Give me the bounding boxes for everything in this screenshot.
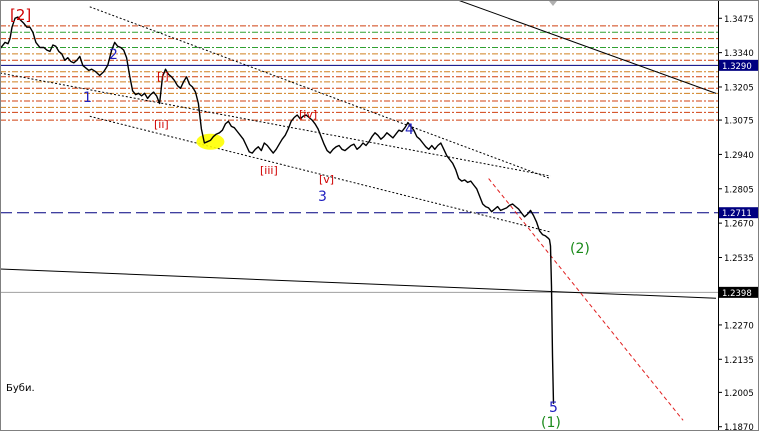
wave-label-1: 1 xyxy=(83,90,92,106)
y-tick-label-4: 1.2940 xyxy=(724,151,754,161)
wave-label-4: [ii] xyxy=(154,118,169,131)
wave-label-11: 5 xyxy=(549,400,558,416)
y-tick-label-1: 1.3340 xyxy=(724,49,754,59)
y-tick-label-5: 1.2805 xyxy=(724,185,754,195)
price-chart-svg: [2] 1 2 [i] [ii] [iii] [iv] [v] 3 4 (2) 5(1) Буби. 1.… xyxy=(0,0,759,433)
wave-label-10: (2) xyxy=(570,241,590,257)
wave-label-2: 2 xyxy=(109,47,118,63)
y-tick-label-0: 1.3475 xyxy=(724,15,754,25)
wave-label-0: [2] xyxy=(10,6,31,24)
wave-label-6: [iv] xyxy=(299,108,317,121)
y-tick-label-10: 1.2135 xyxy=(724,356,754,366)
price-tag-1: 1.2711 xyxy=(722,209,752,219)
y-tick-label-11: 1.2005 xyxy=(724,389,754,399)
elliott-wave-chart[interactable]: [2] 1 2 [i] [ii] [iii] [iv] [v] 3 4 (2) 5 (1) Буби. 1.… xyxy=(0,0,759,433)
wave-label-5: [iii] xyxy=(260,164,278,177)
price-tag-2: 1.2398 xyxy=(722,289,752,299)
wave-label-7: [v] xyxy=(319,173,334,186)
y-tick-label-3: 1.3075 xyxy=(724,117,754,127)
y-tick-label-6: 1.2670 xyxy=(724,220,754,230)
y-tick-label-2: 1.3205 xyxy=(724,83,754,93)
y-tick-label-12: 1.1870 xyxy=(724,423,754,431)
price-tag-0: 1.3290 xyxy=(722,62,752,72)
wave-label-8: 3 xyxy=(318,189,327,205)
highlight-marker xyxy=(196,133,225,150)
y-tick-label-7: 1.2535 xyxy=(724,254,754,264)
symbol-label: Буби. xyxy=(6,383,35,394)
wave-label-9: 4 xyxy=(405,122,414,138)
wave-label-12: (1) xyxy=(541,415,561,431)
wave-label-3: [i] xyxy=(157,70,169,83)
y-tick-label-9: 1.2270 xyxy=(724,321,754,331)
